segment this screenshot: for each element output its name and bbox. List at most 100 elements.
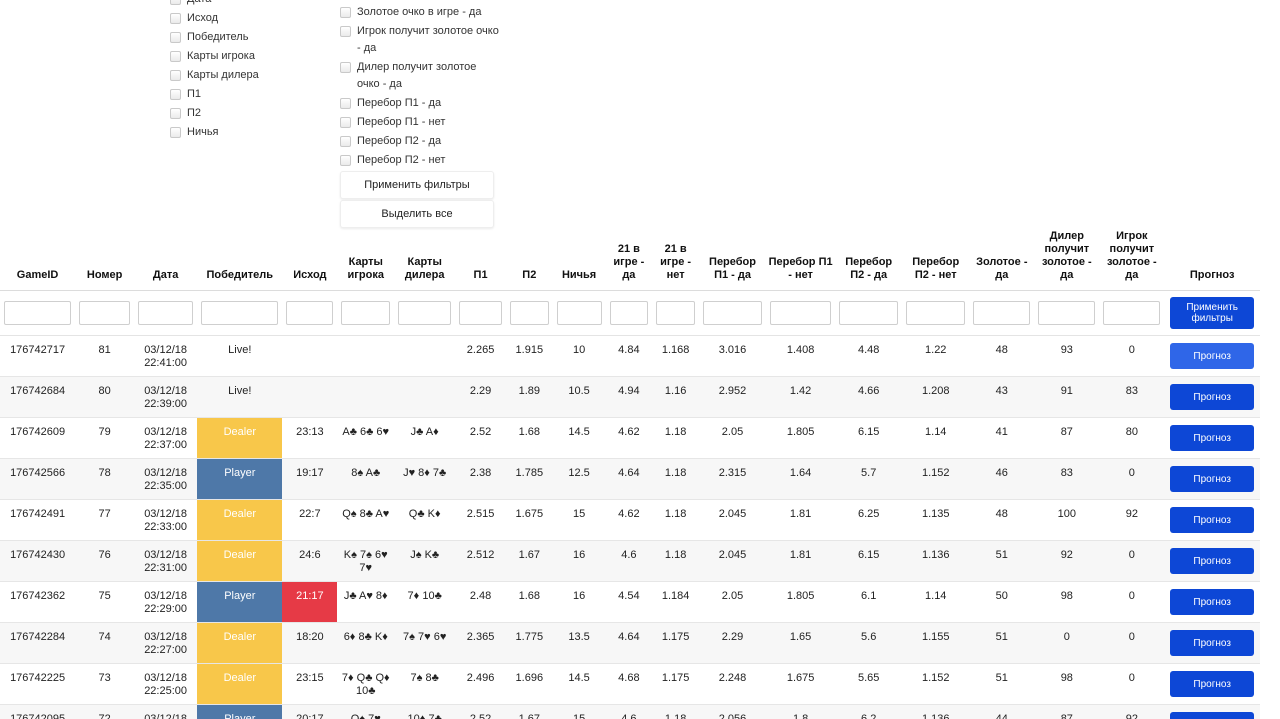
col-header-date[interactable]: Дата: [134, 228, 198, 291]
filter-item-draw[interactable]: Ничья: [170, 123, 259, 142]
forecast-button[interactable]: Прогноз: [1170, 630, 1255, 656]
filter-input-bust-p2-yes[interactable]: [839, 301, 899, 325]
col-header-result[interactable]: Исход: [282, 228, 338, 291]
forecast-button[interactable]: Прогноз: [1170, 466, 1255, 492]
checkbox[interactable]: [340, 98, 351, 109]
col-header-gold-yes[interactable]: Золотое - да: [969, 228, 1035, 291]
filter-item-winner[interactable]: Победитель: [170, 28, 259, 47]
col-header-bust-p1-yes[interactable]: Перебор П1 - да: [698, 228, 767, 291]
filter-item-gold-in-game[interactable]: Золотое очко в игре - да: [340, 4, 500, 21]
forecast-button[interactable]: Прогноз: [1170, 343, 1255, 369]
col-header-21-yes[interactable]: 21 в игре - да: [605, 228, 653, 291]
col-header-p2[interactable]: П2: [505, 228, 553, 291]
filter-item-player-gold[interactable]: Игрок получит золотое очко - да: [340, 23, 500, 57]
filter-item-p1[interactable]: П1: [170, 85, 259, 104]
filter-input-player-cards[interactable]: [341, 301, 391, 325]
cell-date-time: 22:29:00: [144, 603, 188, 615]
filter-input-date[interactable]: [138, 301, 194, 325]
cell-bust-p1-no: 1.65: [766, 622, 836, 664]
filter-input-bust-p1-no[interactable]: [770, 301, 832, 325]
filter-item-dealer-cards[interactable]: Карты дилера: [170, 66, 259, 85]
filter-item-date[interactable]: Дата: [170, 0, 259, 9]
cell-player-cards: 8♠ A♣: [337, 458, 395, 500]
filter-input-bust-p2-no[interactable]: [906, 301, 966, 325]
checkbox[interactable]: [170, 0, 181, 5]
checkbox[interactable]: [340, 62, 351, 73]
col-header-dealer-gold[interactable]: Дилер получит золотое - да: [1034, 228, 1100, 291]
filter-input-gold-yes[interactable]: [973, 301, 1031, 325]
forecast-button[interactable]: Прогноз: [1170, 712, 1255, 719]
filter-input-p2[interactable]: [509, 301, 549, 325]
checkbox[interactable]: [340, 117, 351, 128]
col-header-bust-p2-no[interactable]: Перебор П2 - нет: [902, 228, 970, 291]
checkbox[interactable]: [170, 70, 181, 81]
cell-bust-p1-no: 1.42: [766, 376, 836, 418]
cell-draw: 10.5: [552, 376, 606, 418]
filter-item-bust-p1-yes[interactable]: Перебор П1 - да: [340, 95, 500, 112]
filter-input-21-no[interactable]: [656, 301, 695, 325]
col-header-draw[interactable]: Ничья: [552, 228, 606, 291]
cell-player-gold: 80: [1099, 417, 1165, 459]
filter-item-bust-p2-no[interactable]: Перебор П2 - нет: [340, 152, 500, 169]
checkbox[interactable]: [170, 108, 181, 119]
filter-item-player-cards[interactable]: Карты игрока: [170, 47, 259, 66]
col-header-winner[interactable]: Победитель: [197, 228, 283, 291]
forecast-button[interactable]: Прогноз: [1170, 384, 1255, 410]
cell-game-id: 176742430: [0, 540, 76, 582]
checkbox[interactable]: [340, 7, 351, 18]
filter-input-p1[interactable]: [459, 301, 502, 325]
cell-dealer-gold: 87: [1034, 417, 1100, 459]
filter-input-winner[interactable]: [201, 301, 279, 325]
filter-input-dealer-cards[interactable]: [398, 301, 452, 325]
checkbox[interactable]: [170, 51, 181, 62]
apply-table-filters-button[interactable]: Применить фильтры: [1170, 297, 1255, 329]
col-header-dealer-cards[interactable]: Карты дилера: [394, 228, 456, 291]
col-header-player-cards[interactable]: Карты игрока: [337, 228, 395, 291]
filter-input-dealer-gold[interactable]: [1038, 301, 1096, 325]
checkbox[interactable]: [170, 89, 181, 100]
col-header-gameid[interactable]: GameID: [0, 228, 76, 291]
checkbox[interactable]: [170, 32, 181, 43]
table-row: 176742684 80 03/12/18 22:39:00 Live! 2.29 1.89…: [0, 376, 1260, 418]
forecast-button[interactable]: Прогноз: [1170, 671, 1255, 697]
checkbox[interactable]: [170, 127, 181, 138]
col-header-21-no[interactable]: 21 в игре - нет: [652, 228, 699, 291]
filter-input-player-gold[interactable]: [1103, 301, 1161, 325]
checkbox[interactable]: [170, 13, 181, 24]
filter-item-result[interactable]: Исход: [170, 9, 259, 28]
col-header-bust-p1-no[interactable]: Перебор П1 - нет: [766, 228, 836, 291]
cell-bust-p2-no: 1.152: [902, 458, 970, 500]
forecast-button[interactable]: Прогноз: [1170, 507, 1255, 533]
filter-item-bust-p1-no[interactable]: Перебор П1 - нет: [340, 114, 500, 131]
select-all-button[interactable]: Выделить все: [340, 200, 494, 228]
col-header-p1[interactable]: П1: [455, 228, 506, 291]
filter-input-bust-p1-yes[interactable]: [702, 301, 763, 325]
filter-input-result[interactable]: [286, 301, 334, 325]
cell-player-cards: J♣ A♥ 8♦: [337, 581, 395, 623]
filter-input-draw[interactable]: [556, 301, 602, 325]
checkbox[interactable]: [340, 26, 351, 37]
checkbox[interactable]: [340, 155, 351, 166]
forecast-button[interactable]: Прогноз: [1170, 589, 1255, 615]
cell-number: 74: [75, 622, 135, 664]
col-header-number[interactable]: Номер: [75, 228, 135, 291]
filter-input-gameid[interactable]: [4, 301, 72, 325]
forecast-button[interactable]: Прогноз: [1170, 425, 1255, 451]
checkbox[interactable]: [340, 136, 351, 147]
apply-filters-button[interactable]: Применить фильтры: [340, 171, 494, 199]
filter-item-bust-p2-yes[interactable]: Перебор П2 - да: [340, 133, 500, 150]
col-header-bust-p2-yes[interactable]: Перебор П2 - да: [835, 228, 903, 291]
cell-bust-p1-no: 1.408: [766, 335, 836, 377]
cell-p2: 1.67: [505, 704, 553, 719]
forecast-button[interactable]: Прогноз: [1170, 548, 1255, 574]
cell-21-yes: 4.54: [605, 581, 653, 623]
col-header-player-gold[interactable]: Игрок получит золотое - да: [1099, 228, 1165, 291]
cell-bust-p1-yes: 2.056: [698, 704, 767, 719]
cell-player-gold: 92: [1099, 704, 1165, 719]
cell-dealer-gold: 98: [1034, 663, 1100, 705]
filter-input-number[interactable]: [79, 301, 131, 325]
filter-item-p2[interactable]: П2: [170, 104, 259, 123]
filter-input-21-yes[interactable]: [609, 301, 649, 325]
filter-item-dealer-gold[interactable]: Дилер получит золотое очко - да: [340, 59, 500, 93]
cell-dealer-cards: 7♦ 10♣: [394, 581, 456, 623]
